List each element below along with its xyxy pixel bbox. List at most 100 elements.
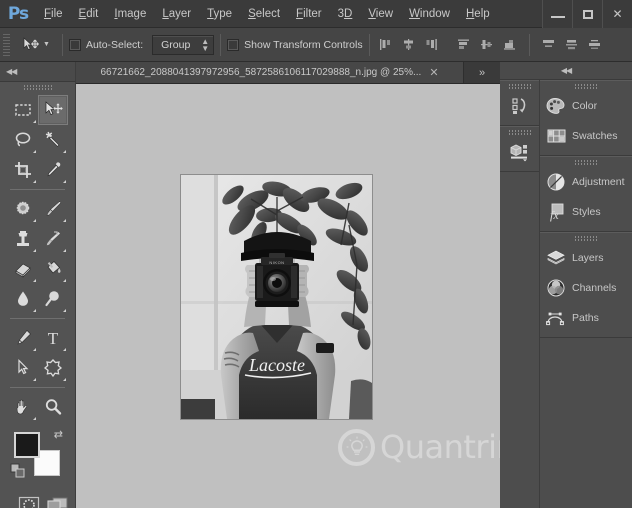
adjustment-panel-button[interactable]: Adjustment xyxy=(540,167,632,197)
image-canvas[interactable]: NIKON Lacoste xyxy=(181,175,372,419)
align-right-edges-icon xyxy=(424,37,439,52)
tool-dodge[interactable] xyxy=(38,284,68,314)
chevron-updown-icon: ▲▼ xyxy=(201,38,209,52)
align-bottom-edges-button[interactable] xyxy=(500,35,520,55)
screen-mode-button[interactable] xyxy=(46,494,70,508)
align-horizontal-centers-button[interactable] xyxy=(399,35,419,55)
document-canvas-area[interactable]: NIKON Lacoste xyxy=(76,84,500,508)
close-button[interactable]: ✕ xyxy=(602,0,632,28)
align-left-edges-button[interactable] xyxy=(376,35,396,55)
menu-item-view[interactable]: View xyxy=(360,0,401,28)
menu-item-edit[interactable]: Edit xyxy=(71,0,107,28)
tool-move[interactable] xyxy=(38,95,68,125)
channels-panel-button[interactable]: Channels xyxy=(540,273,632,303)
menu-item-filter[interactable]: Filter xyxy=(288,0,330,28)
swatches-panel-label: Swatches xyxy=(572,130,618,142)
auto-select-scope-value: Group xyxy=(161,39,190,51)
tool-preset-chevron-icon[interactable]: ▼ xyxy=(43,41,50,48)
styles-panel-button[interactable]: fx Styles xyxy=(540,197,632,227)
tool-magic-wand[interactable] xyxy=(38,125,68,155)
options-separator-4 xyxy=(529,34,530,56)
tool-crop[interactable] xyxy=(8,155,38,185)
panel-group-grip[interactable] xyxy=(500,81,539,91)
menu-item-file[interactable]: File xyxy=(36,0,71,28)
auto-select-scope-dropdown[interactable]: Group ▲▼ xyxy=(152,35,214,55)
document-tab-title: 66721662_2088041397972956_58725861061170… xyxy=(100,67,421,78)
quick-mask-mode-button[interactable] xyxy=(18,494,40,508)
tool-gradient[interactable] xyxy=(38,254,68,284)
menu-item-3d[interactable]: 3D xyxy=(330,0,361,28)
tool-brush[interactable] xyxy=(38,194,68,224)
color-panel-button[interactable]: Color xyxy=(540,91,632,121)
align-vertical-centers-button[interactable] xyxy=(477,35,497,55)
minimize-button[interactable] xyxy=(542,0,572,28)
tools-separator-2 xyxy=(10,318,65,319)
panel-group-grip[interactable] xyxy=(540,233,632,243)
align-horizontal-centers-icon xyxy=(401,37,416,52)
tool-horizontal-type[interactable]: T xyxy=(38,323,68,353)
rectangular-marquee-icon xyxy=(13,100,33,120)
actions-panel-button[interactable] xyxy=(500,137,539,167)
brush-tool-icon xyxy=(43,199,63,219)
menu-item-window[interactable]: Window xyxy=(401,0,458,28)
menu-item-image[interactable]: Image xyxy=(106,0,154,28)
tool-rectangular-marquee[interactable] xyxy=(8,95,38,125)
tool-zoom[interactable] xyxy=(38,392,68,422)
show-transform-checkbox[interactable] xyxy=(227,39,239,51)
maximize-button[interactable] xyxy=(572,0,602,28)
distribute-top-edges-button[interactable] xyxy=(539,35,559,55)
distribute-vertical-centers-button[interactable] xyxy=(562,35,582,55)
tools-separator-3 xyxy=(10,387,65,388)
auto-select-checkbox[interactable] xyxy=(69,39,81,51)
tool-blur[interactable] xyxy=(8,284,38,314)
swatches-panel-button[interactable]: Swatches xyxy=(540,121,632,151)
tool-clone-stamp[interactable] xyxy=(8,224,38,254)
menu-item-type[interactable]: Type xyxy=(199,0,240,28)
tool-lasso[interactable] xyxy=(8,125,38,155)
tool-pen[interactable] xyxy=(8,323,38,353)
panel-group-grip[interactable] xyxy=(500,127,539,137)
panel-group-grip[interactable] xyxy=(540,157,632,167)
tool-path-selection[interactable] xyxy=(8,353,38,383)
tool-grid-group-2 xyxy=(8,194,67,314)
right-dock-header[interactable]: ◀◀ xyxy=(500,62,632,80)
tool-custom-shape[interactable] xyxy=(38,353,68,383)
labeled-panel-column: Color Swatches xyxy=(540,80,632,508)
foreground-color-swatch[interactable] xyxy=(14,432,40,458)
palette-icon xyxy=(546,96,566,116)
current-tool-preview[interactable]: ▼ xyxy=(15,36,56,54)
history-panel-icon xyxy=(510,96,530,116)
tools-panel-grip[interactable] xyxy=(0,82,75,92)
paths-panel-button[interactable]: Paths xyxy=(540,303,632,333)
tools-panel-header[interactable]: ◀◀ xyxy=(0,62,75,82)
align-top-edges-button[interactable] xyxy=(454,35,474,55)
tool-eyedropper[interactable] xyxy=(38,155,68,185)
type-tool-icon: T xyxy=(43,328,63,348)
menu-item-layer[interactable]: Layer xyxy=(154,0,199,28)
tool-options-bar: ▼ Auto-Select: Group ▲▼ Show Transform C… xyxy=(0,28,632,62)
pen-tool-icon xyxy=(13,328,33,348)
tool-spot-healing-brush[interactable] xyxy=(8,194,38,224)
fx-icon: fx xyxy=(546,202,566,222)
layers-panel-label: Layers xyxy=(572,252,604,264)
tab-overflow-button[interactable]: » xyxy=(464,62,500,83)
collapse-panel-icon[interactable]: ◀◀ xyxy=(561,66,571,75)
distribute-bottom-edges-button[interactable] xyxy=(585,35,605,55)
lasso-tool-icon xyxy=(13,130,33,150)
document-tab[interactable]: 66721662_2088041397972956_58725861061170… xyxy=(76,62,464,83)
menu-item-select[interactable]: Select xyxy=(240,0,288,28)
swap-colors-icon[interactable]: ⇄ xyxy=(54,428,63,441)
history-panel-button[interactable] xyxy=(500,91,539,121)
close-icon[interactable]: ✕ xyxy=(429,66,438,79)
menu-item-help[interactable]: Help xyxy=(458,0,498,28)
layers-panel-button[interactable]: Layers xyxy=(540,243,632,273)
collapse-panel-icon[interactable]: ◀◀ xyxy=(6,67,16,76)
default-colors-icon[interactable] xyxy=(10,463,26,484)
panel-group-grip[interactable] xyxy=(540,81,632,91)
tool-hand[interactable] xyxy=(8,392,38,422)
options-bar-grip[interactable] xyxy=(3,34,10,56)
tool-eraser[interactable] xyxy=(8,254,38,284)
tool-history-brush[interactable] xyxy=(38,224,68,254)
align-right-edges-button[interactable] xyxy=(422,35,442,55)
magic-wand-icon xyxy=(43,130,63,150)
